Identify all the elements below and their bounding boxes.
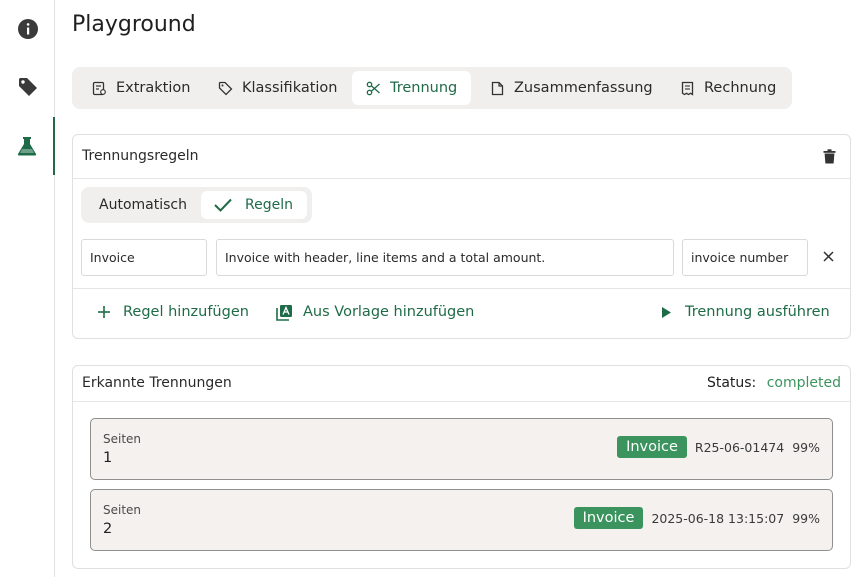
- rule-key-field-input[interactable]: invoice number: [682, 239, 808, 276]
- pages-label: Seiten: [103, 503, 142, 517]
- rule-row: Invoice Invoice with header, line items …: [73, 232, 850, 289]
- pages-value: 2: [103, 521, 113, 537]
- results-card-header: Erkannte Trennungen Status: completed: [73, 366, 850, 402]
- document-identifier: R25-06-01474: [694, 439, 785, 455]
- tab-extraktion[interactable]: Extraktion: [90, 71, 190, 105]
- tag-outline-icon: [216, 79, 234, 97]
- run-separation-button[interactable]: Trennung ausführen: [657, 303, 830, 321]
- tab-zusammenfassung[interactable]: Zusammenfassung: [488, 71, 653, 105]
- results-card-title: Erkannte Trennungen: [82, 375, 232, 391]
- mode-regeln[interactable]: Regeln: [201, 191, 307, 219]
- template-library-icon: [275, 303, 293, 321]
- document-type-badge: Invoice: [617, 436, 687, 458]
- tab-trennung[interactable]: Trennung: [352, 71, 471, 105]
- confidence-value: 99%: [792, 510, 820, 526]
- mode-label: Regeln: [245, 197, 293, 213]
- confidence-value: 99%: [792, 439, 820, 455]
- sidebar-item-playground[interactable]: [0, 117, 55, 175]
- rules-card-header: Trennungsregeln: [73, 135, 850, 179]
- sidebar-item-tags[interactable]: [0, 58, 55, 116]
- run-separation-label: Trennung ausführen: [685, 304, 830, 320]
- tab-label: Trennung: [390, 80, 458, 96]
- rule-description-input[interactable]: Invoice with header, line items and a to…: [216, 239, 674, 276]
- tab-label: Rechnung: [704, 80, 777, 96]
- tab-label: Klassifikation: [242, 80, 338, 96]
- result-meta: Invoice 2025-06-18 13:15:07 99%: [573, 507, 820, 529]
- trash-icon: [823, 149, 836, 164]
- page-title: Playground: [72, 12, 196, 37]
- separation-result-item[interactable]: Seiten 1 Invoice R25-06-01474 99%: [90, 418, 833, 480]
- status: Status: completed: [707, 375, 841, 391]
- rules-card-title: Trennungsregeln: [82, 148, 199, 164]
- tab-label: Zusammenfassung: [514, 80, 653, 96]
- tab-bar: Extraktion Klassifikation Trennung Zusam…: [72, 67, 792, 109]
- add-rule-label: Regel hinzufügen: [123, 304, 249, 320]
- results-card: Erkannte Trennungen Status: completed Se…: [72, 365, 851, 569]
- add-from-template-button[interactable]: Aus Vorlage hinzufügen: [275, 303, 474, 321]
- pages-label: Seiten: [103, 432, 142, 446]
- sidebar-item-info[interactable]: [0, 0, 55, 58]
- tab-label: Extraktion: [116, 80, 191, 96]
- status-label: Status:: [706, 375, 757, 391]
- document-type-badge: Invoice: [573, 507, 644, 529]
- mode-automatisch[interactable]: Automatisch: [91, 191, 195, 219]
- flask-icon: [17, 137, 36, 156]
- status-value: completed: [766, 375, 841, 391]
- info-icon: [17, 19, 38, 39]
- tab-rechnung[interactable]: Rechnung: [678, 71, 776, 105]
- separation-result-item[interactable]: Seiten 2 Invoice 2025-06-18 13:15:07 99%: [90, 489, 833, 551]
- scissors-icon: [364, 79, 382, 97]
- remove-rule-button[interactable]: [822, 250, 835, 263]
- extraction-icon: [90, 79, 108, 97]
- check-icon: [214, 198, 232, 212]
- tab-klassifikation[interactable]: Klassifikation: [216, 71, 338, 105]
- play-icon: [657, 303, 675, 321]
- close-icon: [823, 251, 834, 262]
- add-from-template-label: Aus Vorlage hinzufügen: [303, 304, 475, 320]
- delete-button[interactable]: [823, 149, 836, 164]
- receipt-icon: [678, 79, 696, 97]
- pages-value: 1: [103, 450, 113, 466]
- mode-toggle: Automatisch Regeln: [81, 187, 312, 223]
- tag-icon: [18, 78, 37, 96]
- plus-icon: [95, 303, 113, 321]
- document-icon: [488, 79, 506, 97]
- mode-label: Automatisch: [99, 197, 187, 213]
- add-rule-button[interactable]: Regel hinzufügen: [95, 303, 249, 321]
- result-meta: Invoice R25-06-01474 99%: [617, 436, 820, 458]
- document-identifier: 2025-06-18 13:15:07: [651, 510, 785, 526]
- rule-name-input[interactable]: Invoice: [81, 239, 207, 276]
- sidebar: [0, 0, 55, 577]
- rules-card: Trennungsregeln Automatisch Regeln Invoi…: [72, 134, 851, 339]
